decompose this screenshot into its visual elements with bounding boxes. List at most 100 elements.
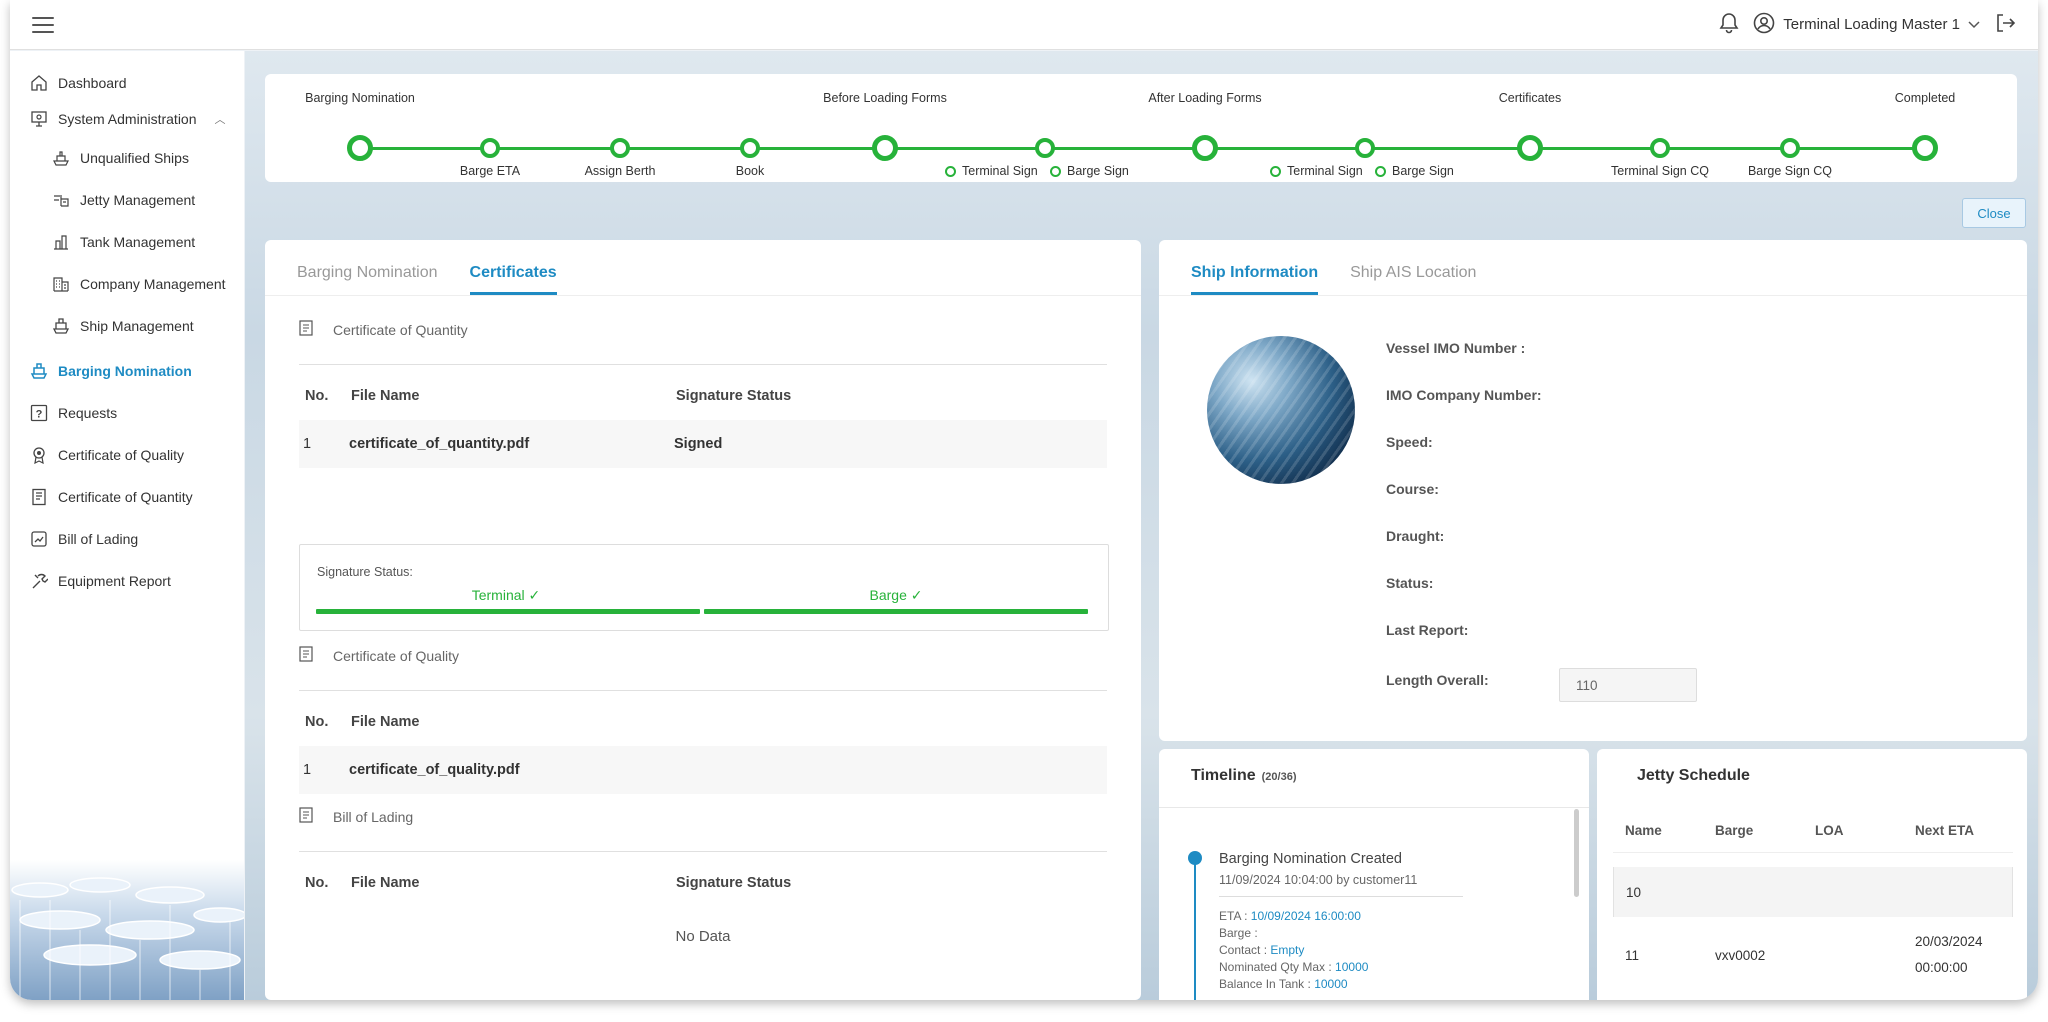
sidebar-item-label: Tank Management [80,234,196,250]
building-icon [52,275,70,293]
sub-step-terminal-sign: Terminal Sign [945,164,1038,178]
barge-signature-bar [704,609,1088,614]
award-icon [30,446,48,464]
step-label-barging-nomination: Barging Nomination [305,91,415,105]
step-label-assign-berth: Assign Berth [584,164,656,178]
tool-icon [30,572,48,590]
sidebar-item-label: Dashboard [58,75,127,91]
field-speed: Speed: [1386,434,1433,450]
sidebar-item-unqualified-ships[interactable]: Unqualified Ships [10,137,244,179]
sidebar-item-barging-nomination[interactable]: Barging Nomination [10,353,244,389]
tab-certificates[interactable]: Certificates [469,264,557,295]
timeline-count: (20/36) [1261,771,1297,783]
sidebar-item-jetty-management[interactable]: Jetty Management [10,179,244,221]
step-node-completed[interactable] [1912,135,1938,161]
main-content: Barging Nomination Before Loading Forms … [245,51,2038,1000]
signature-status: Signed [674,436,723,452]
app-window: Terminal Loading Master 1 Dashboard Syst… [10,0,2038,1000]
check-dot-icon [945,165,956,177]
sidebar-item-label: System Administration [58,111,197,127]
timeline-event-sub: 11/09/2024 10:04:00 by customer11 [1219,873,1418,887]
ship-information-panel: Ship Information Ship AIS Location Vesse… [1159,240,2027,741]
table-row[interactable]: 11 vxv0002 20/03/2024 00:00:00 [1613,921,2013,989]
sidebar-item-requests[interactable]: ? Requests [10,395,244,431]
step-node-certificates[interactable] [1517,135,1543,161]
step-label-barge-eta: Barge ETA [459,164,521,178]
jetty-schedule-title: Jetty Schedule [1637,767,1750,784]
step-node-book[interactable] [740,138,760,158]
sidebar-item-label: Jetty Management [80,192,196,208]
sidebar-item-bill-of-lading[interactable]: Bill of Lading [10,521,244,557]
timeline-scrollbar[interactable] [1574,809,1579,897]
length-overall-input[interactable] [1559,668,1697,702]
field-status: Status: [1386,575,1434,591]
tank-icon [52,233,70,251]
check-dot-icon [1375,165,1386,177]
step-label-completed: Completed [1894,91,1956,105]
timeline-detail: Barge : [1219,926,1258,940]
step-node-terminal-sign-cq[interactable] [1650,138,1670,158]
step-node-barge-sign-cq[interactable] [1780,138,1800,158]
sidebar-item-equipment-report[interactable]: Equipment Report [10,563,244,599]
sidebar: Dashboard System Administration ︿ Unqual… [10,51,244,1000]
step-label-barge-sign-cq: Barge Sign CQ [1747,164,1833,178]
tab-barging-nomination[interactable]: Barging Nomination [297,264,438,295]
sidebar-item-certificate-of-quality[interactable]: Certificate of Quality [10,437,244,473]
bol-table-header: No. File Name Signature Status [305,875,792,891]
file-link[interactable]: certificate_of_quantity.pdf [349,436,674,452]
sidebar-item-certificate-of-quantity[interactable]: Certificate of Quantity [10,479,244,515]
file-link[interactable]: certificate_of_quality.pdf [349,762,674,778]
field-length-overall: Length Overall: [1386,672,1489,688]
step-node-loading-forms[interactable] [1035,138,1055,158]
tab-ship-ais-location[interactable]: Ship AIS Location [1350,264,1476,295]
user-name: Terminal Loading Master 1 [1783,16,1960,33]
step-node-before-loading-forms[interactable] [872,135,898,161]
sidebar-item-company-management[interactable]: Company Management [10,263,244,305]
menu-toggle-icon[interactable] [32,16,54,33]
jetty-icon [52,191,70,209]
step-node-barging-nomination[interactable] [347,135,373,161]
terminal-signed: Terminal ✓ [471,587,541,603]
barge-signed: Barge ✓ [869,587,923,603]
check-dot-icon [1270,165,1281,177]
question-icon: ? [30,404,48,422]
timeline-detail: ETA : 10/09/2024 16:00:00 [1219,909,1361,923]
sidebar-item-label: Certificate of Quality [58,447,185,463]
sub-step-terminal-sign: Terminal Sign [1270,164,1363,178]
table-row[interactable]: 1 certificate_of_quality.pdf [299,746,1107,794]
sidebar-item-label: Requests [58,405,118,421]
coq-section-title: Certificate of Quantity [299,320,468,339]
field-vessel-imo-number: Vessel IMO Number : [1386,340,1526,356]
table-row[interactable]: 1 certificate_of_quantity.pdf Signed [299,420,1107,468]
sidebar-item-label: Unqualified Ships [80,150,189,166]
step-node-assign-berth[interactable] [610,138,630,158]
field-draught: Draught: [1386,528,1445,544]
step-label-before-loading-forms: Before Loading Forms [823,91,947,105]
user-menu[interactable]: Terminal Loading Master 1 [1753,12,1980,38]
sub-step-barge-sign: Barge Sign [1375,164,1454,178]
sidebar-item-ship-management[interactable]: Ship Management [10,305,244,347]
table-row[interactable]: 10 [1613,867,2013,917]
close-button[interactable]: Close [1962,198,2026,228]
document-icon [30,488,48,506]
sidebar-item-label: Barging Nomination [58,363,192,379]
sidebar-item-tank-management[interactable]: Tank Management [10,221,244,263]
logout-icon[interactable] [1994,12,2016,38]
step-node-after-loading-forms[interactable] [1192,135,1218,161]
step-node-after-forms[interactable] [1355,138,1375,158]
cql-table-header: No. File Name [305,714,420,730]
monitor-gear-icon [30,110,48,128]
tab-ship-information[interactable]: Ship Information [1191,264,1319,295]
document-icon [299,646,313,665]
field-imo-company-number: IMO Company Number: [1386,387,1542,403]
sidebar-item-system-administration[interactable]: System Administration ︿ [10,101,244,137]
timeline-panel: Timeline (20/36) Barging Nomination Creat… [1159,749,1589,1000]
step-node-barge-eta[interactable] [480,138,500,158]
ship-image [1207,336,1355,484]
sidebar-item-dashboard[interactable]: Dashboard [10,65,244,101]
field-course: Course: [1386,481,1439,497]
bell-icon[interactable] [1719,12,1739,38]
sidebar-tank-illustration [10,860,244,1000]
timeline-title: Timeline (20/36) [1191,767,1297,784]
timeline-detail: Nominated Qty Max : 10000 [1219,960,1369,974]
